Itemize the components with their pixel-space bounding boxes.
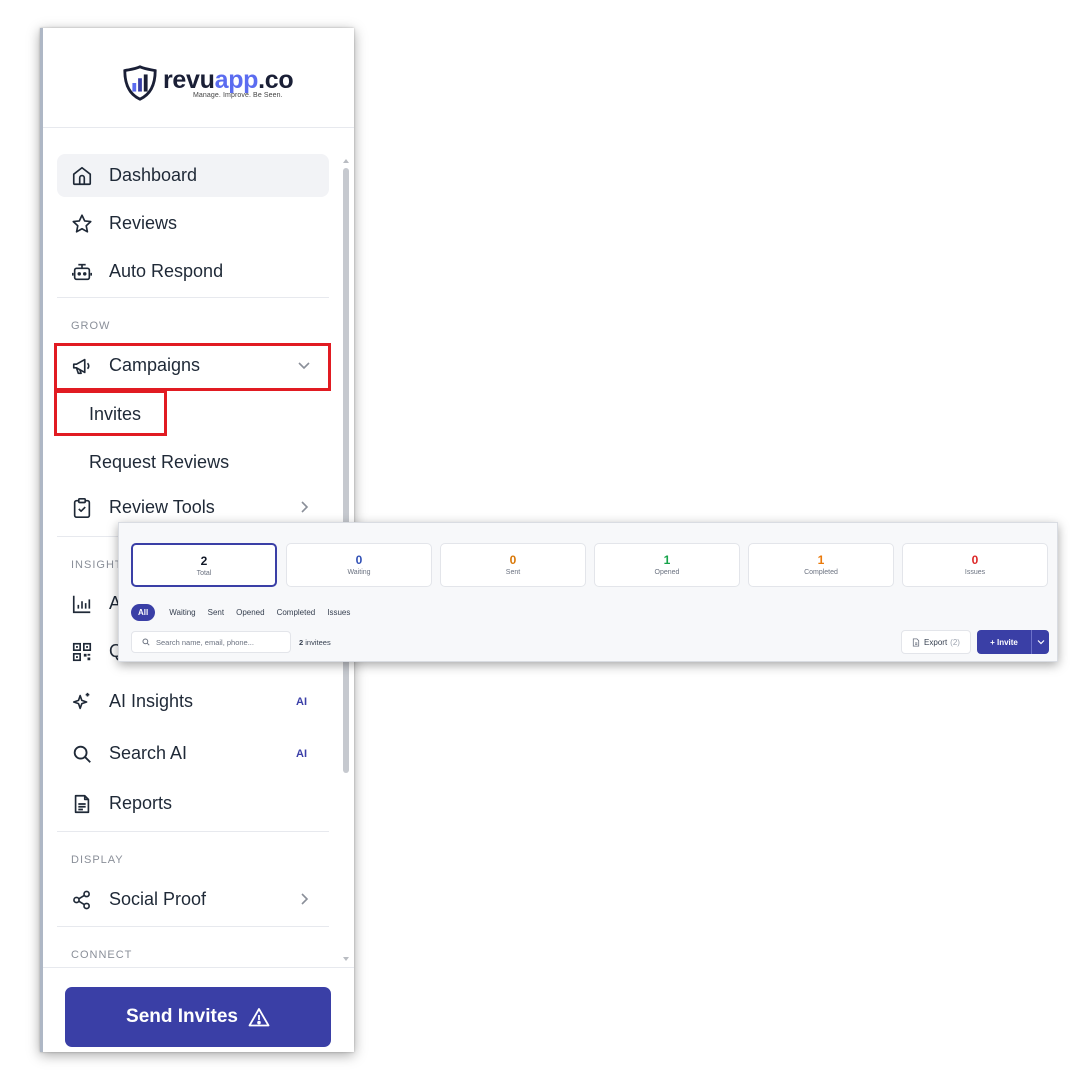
sidebar-scrollbar-thumb[interactable] [343, 168, 349, 773]
section-label-grow: GROW [71, 320, 111, 332]
export-button[interactable]: Export (2) [901, 630, 971, 654]
sidebar-item-reviews[interactable]: Reviews [57, 202, 329, 245]
divider [57, 831, 329, 832]
invite-label: + Invite [990, 637, 1018, 647]
home-icon [72, 166, 92, 186]
filter-tabs: All Waiting Sent Opened Completed Issues [131, 603, 362, 621]
warning-icon [248, 1008, 270, 1027]
scroll-up-arrow-icon[interactable] [342, 158, 350, 164]
export-count: (2) [950, 637, 960, 647]
star-icon [72, 214, 92, 233]
stat-value: 1 [663, 553, 671, 567]
search-input[interactable]: Search name, email, phone... [131, 631, 291, 653]
stat-card-opened[interactable]: 1 Opened [594, 543, 740, 587]
sidebar-item-ai-insights[interactable]: AI Insights AI [57, 680, 329, 723]
export-label: Export [924, 637, 948, 647]
stat-label: Waiting [347, 569, 371, 576]
stat-label: Total [196, 570, 212, 577]
sidebar-item-label: Dashboard [109, 165, 198, 185]
send-invites-button[interactable]: Send Invites [65, 987, 331, 1047]
ai-badge: AI [296, 695, 307, 708]
chevron-right-icon [301, 893, 309, 905]
stat-label: Issues [964, 569, 986, 576]
tab-opened[interactable]: Opened [236, 608, 264, 617]
tab-sent[interactable]: Sent [208, 608, 224, 617]
chevron-down-icon [1037, 640, 1044, 645]
sidebar-item-label: Search AI [109, 743, 188, 763]
file-icon [912, 637, 920, 647]
tab-all[interactable]: All [131, 603, 156, 621]
stat-value: 1 [817, 553, 825, 567]
stat-card-issues[interactable]: 0 Issues [902, 543, 1048, 587]
sidebar-item-label: Reports [109, 793, 173, 813]
bar-chart-icon [72, 595, 91, 614]
stat-value: 2 [200, 554, 208, 568]
tab-completed[interactable]: Completed [277, 608, 316, 617]
divider [57, 297, 329, 298]
invitee-count: 2 invitees [299, 638, 331, 647]
divider [57, 926, 329, 927]
sidebar-item-reports[interactable]: Reports [57, 782, 329, 825]
scroll-down-arrow-icon[interactable] [342, 956, 350, 962]
invites-panel: 2 Total 0 Waiting 0 Sent 1 Opened 1 Comp… [118, 522, 1058, 662]
ai-badge: AI [296, 747, 307, 760]
brand-logo[interactable]: revuapp.co Manage. Improve. Be Seen. [121, 64, 294, 102]
sidebar-item-search-ai[interactable]: Search AI AI [57, 732, 329, 775]
sidebar-item-label: Auto Respond [109, 261, 224, 281]
chevron-right-icon [301, 501, 309, 513]
sidebar-item-label: AI Insights [109, 691, 194, 711]
stat-label: Sent [505, 569, 521, 576]
section-label-connect: CONNECT [71, 949, 133, 961]
search-icon [142, 638, 150, 646]
sidebar-item-label: Social Proof [109, 889, 207, 909]
brand-name: revuapp.co [163, 66, 294, 94]
stat-card-completed[interactable]: 1 Completed [748, 543, 894, 587]
highlight-invites [54, 390, 167, 436]
search-placeholder: Search name, email, phone... [156, 637, 254, 647]
clipboard-check-icon [73, 498, 91, 518]
stat-card-waiting[interactable]: 0 Waiting [286, 543, 432, 587]
tab-waiting[interactable]: Waiting [169, 608, 195, 617]
stat-card-total[interactable]: 2 Total [131, 543, 277, 587]
document-icon [74, 794, 90, 814]
stat-value: 0 [971, 553, 979, 567]
robot-icon [72, 263, 92, 281]
sidebar-item-label: Review Tools [109, 497, 215, 517]
search-icon [73, 745, 91, 763]
section-label-display: DISPLAY [71, 854, 124, 866]
invite-button[interactable]: + Invite [977, 630, 1049, 654]
stat-value: 0 [355, 553, 363, 567]
logo-area: revuapp.co Manage. Improve. Be Seen. [43, 28, 354, 128]
sidebar-item-auto-respond[interactable]: Auto Respond [57, 250, 329, 293]
stat-label: Opened [654, 569, 680, 576]
sidebar-item-social-proof[interactable]: Social Proof [57, 878, 329, 921]
send-invites-label: Send Invites [126, 1006, 238, 1027]
stat-value: 0 [509, 553, 517, 567]
share-icon [73, 890, 90, 910]
sparkles-icon [72, 692, 90, 710]
highlight-campaigns [54, 343, 331, 391]
stat-label: Completed [804, 569, 838, 576]
qr-code-icon [72, 642, 92, 662]
sidebar-item-dashboard[interactable]: Dashboard [57, 154, 329, 197]
stat-card-sent[interactable]: 0 Sent [440, 543, 586, 587]
shield-logo-icon [123, 65, 157, 101]
divider [43, 967, 354, 968]
sidebar-subitem-request-reviews[interactable]: Request Reviews [89, 452, 229, 473]
brand-tagline: Manage. Improve. Be Seen. [193, 92, 283, 99]
sidebar-item-label: Reviews [109, 213, 178, 233]
invite-dropdown-toggle[interactable] [1032, 639, 1049, 645]
tab-issues[interactable]: Issues [327, 608, 350, 617]
